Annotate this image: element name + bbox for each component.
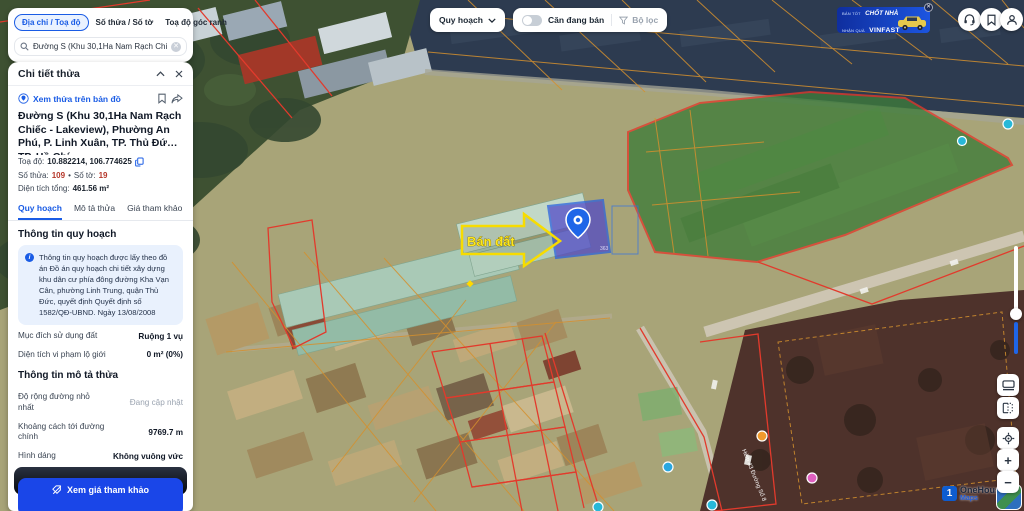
bookmark-icon[interactable] [157, 93, 167, 104]
ad-tagline-bottom: NHẬN QUÀ [842, 28, 865, 33]
search-mode-tabs: Địa chỉ / Toạ độ Số thửa / Số tờ Toạ độ … [14, 14, 187, 31]
search-icon [20, 42, 29, 51]
poi-marker-orange [757, 431, 767, 441]
zoom-in-button[interactable]: + [997, 449, 1019, 471]
share-icon[interactable] [171, 94, 183, 104]
planning-notice: i Thông tin quy hoạch được lấy theo đồ á… [18, 245, 183, 325]
app-window: 363 Bán đất Hẻm 43 Đường Số 8 [0, 0, 1024, 511]
layers-dropdown-label: Quy hoạch [439, 15, 483, 25]
legend-button[interactable] [997, 374, 1019, 396]
locate-me-button[interactable] [997, 427, 1019, 449]
poi-marker-blue [663, 462, 673, 472]
overlay-opacity-slider[interactable] [1010, 308, 1022, 320]
search-box[interactable]: ✕ [14, 37, 187, 56]
listing-callout-label: Bán đất [467, 234, 515, 249]
split-view-button[interactable] [997, 397, 1019, 419]
filter-button[interactable]: Bộ lọc [632, 15, 658, 25]
listings-filter-bar: Căn đang bán Bộ lọc [513, 8, 667, 32]
vinfast-ad-banner[interactable]: BÁN TỐT CHỐT NHÀ NHẬN QUÀ VINFAST ✕ [837, 7, 930, 33]
sheet-label: Số tờ: [74, 171, 96, 180]
parcel-number-label: 363 [600, 246, 609, 252]
support-button[interactable] [958, 8, 981, 31]
planning-heading: Thông tin quy hoạch [8, 221, 193, 245]
ad-headline-top: CHỐT NHÀ [865, 10, 898, 17]
chevron-down-icon [488, 18, 496, 23]
legend-icon [1002, 380, 1015, 391]
panel-tabs: Quy hoạch Mô tả thửa Giá tham khảo [8, 197, 193, 221]
panel-footer: Xem giá tham khảo [8, 467, 193, 511]
close-icon[interactable] [175, 70, 183, 78]
plot-value: 109 [52, 171, 65, 180]
tab-reference-price[interactable]: Giá tham khảo [127, 203, 182, 220]
poi-marker-cyan [707, 500, 717, 510]
vinfast-car-icon [896, 13, 928, 31]
filter-icon [619, 16, 628, 25]
view-reference-price-button[interactable]: Xem giá tham khảo [18, 478, 183, 511]
price-tag-icon [52, 485, 62, 495]
info-icon: i [25, 253, 34, 262]
row-violation-area: Diện tích vi phạm lộ giới 0 m² (0%) [8, 344, 193, 363]
listings-toggle-label: Căn đang bán [548, 15, 604, 25]
person-icon [1006, 14, 1018, 26]
planning-notice-text: Thông tin quy hoạch được lấy theo đồ án … [39, 252, 176, 318]
row-land-use: Mục đích sử dụng đất Ruộng 1 vụ [8, 325, 193, 344]
row-min-road-width: Độ rộng đường nhỏ nhất Đang cập nhật [8, 386, 193, 415]
view-on-map-link[interactable]: Xem thửa trên bản đồ [33, 94, 153, 104]
tab-plot-sheet[interactable]: Số thửa / Số tờ [91, 14, 159, 31]
poi-marker-cyan [958, 137, 967, 146]
overlay-opacity-fill [1014, 322, 1018, 354]
listings-toggle[interactable] [522, 15, 542, 26]
poi-marker-cyan [593, 502, 603, 511]
split-view-icon [1002, 402, 1014, 414]
tab-description[interactable]: Mô tả thửa [74, 203, 115, 220]
poi-marker-pink [807, 473, 817, 483]
tab-address-coords[interactable]: Địa chỉ / Toạ độ [14, 14, 89, 31]
sheet-value: 19 [99, 171, 108, 180]
row-distance-main-road: Khoảng cách tới đường chính 9769.7 m [8, 416, 193, 445]
coords-label: Toạ độ: [18, 157, 44, 166]
overlay-opacity-track [1014, 246, 1018, 310]
description-heading: Thông tin mô tả thửa [8, 362, 193, 386]
chevron-up-icon[interactable] [156, 71, 165, 77]
tab-planning[interactable]: Quy hoạch [18, 203, 62, 220]
ad-close-icon[interactable]: ✕ [924, 3, 933, 12]
search-card: Địa chỉ / Toạ độ Số thửa / Số tờ Toạ độ … [8, 8, 193, 62]
parcel-pin-icon [18, 93, 29, 104]
parcel-detail-panel: Chi tiết thửa Xem thửa trên bản đồ [8, 62, 193, 511]
cta-label: Xem giá tham khảo [67, 485, 149, 495]
coords-value: 10.882214, 106.774625 [47, 157, 132, 166]
zoom-out-button[interactable]: − [997, 471, 1019, 493]
account-button[interactable] [1000, 8, 1023, 31]
panel-title: Chi tiết thửa [18, 68, 80, 80]
dot-separator: • [68, 171, 71, 180]
poi-marker-cyan [1003, 119, 1013, 129]
locate-icon [1002, 432, 1015, 445]
row-shape: Hình dáng Không vuông vức [8, 445, 193, 464]
copy-icon[interactable] [135, 157, 144, 167]
plot-label: Số thửa: [18, 171, 49, 180]
onehousing-logo-icon: 1 [942, 486, 957, 501]
search-input[interactable] [33, 42, 167, 51]
tab-corner-coords[interactable]: Toạ độ góc ranh [160, 14, 232, 31]
headset-icon [963, 13, 976, 26]
ad-tagline-top: BÁN TỐT [842, 11, 861, 16]
layers-dropdown[interactable]: Quy hoạch [430, 8, 505, 32]
area-value: 461.56 m² [73, 184, 109, 193]
bookmark-icon [986, 14, 997, 26]
area-label: Diện tích tổng: [18, 184, 70, 193]
parcel-address: Đường S (Khu 30,1Ha Nam Rạch Chiếc - Lak… [8, 109, 193, 155]
clear-search-icon[interactable]: ✕ [171, 42, 181, 52]
